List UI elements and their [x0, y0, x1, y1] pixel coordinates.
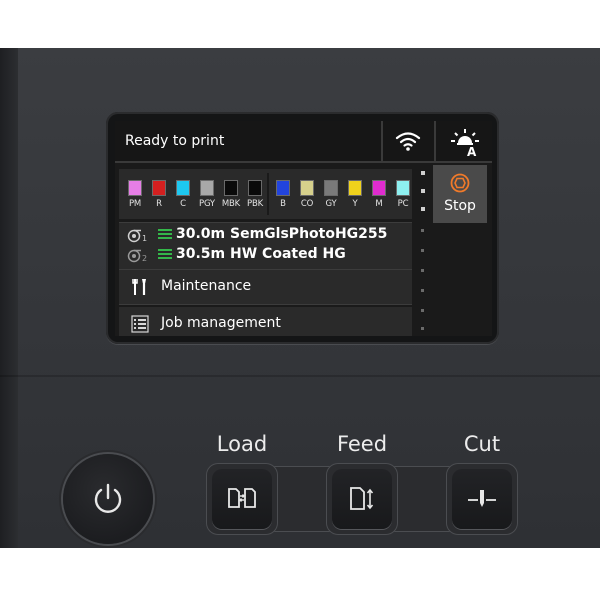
ink-label: PBK [247, 199, 263, 209]
ink-swatch [248, 180, 262, 196]
panel-seam [0, 375, 600, 377]
menu-item-job-management[interactable]: Job management [119, 307, 412, 336]
load-button[interactable] [212, 469, 272, 529]
ink-label: M [375, 199, 383, 209]
ink-swatch [128, 180, 142, 196]
stop-label: Stop [444, 198, 476, 214]
load-paper-icon [228, 488, 256, 508]
status-bar: Ready to print A [115, 121, 492, 163]
ink-pgy: PGY [196, 180, 218, 209]
ink-swatch [324, 180, 338, 196]
ink-swatch [372, 180, 386, 196]
ink-level-panel[interactable]: PM R C PGY MBK PBK B CO GY Y M PC [119, 169, 412, 219]
ink-swatch [224, 180, 238, 196]
ink-y: Y [344, 180, 366, 209]
roll-1-level-icon [158, 229, 172, 243]
feed-button-recess [326, 463, 398, 535]
job-list-icon [131, 315, 149, 333]
maintenance-tools-icon [132, 279, 146, 295]
roll-1-icon: 1 [127, 229, 147, 243]
menu-item-maintenance[interactable]: Maintenance [119, 270, 412, 305]
feed-button[interactable] [332, 469, 392, 529]
ink-swatch [152, 180, 166, 196]
panel-edge [0, 48, 18, 548]
roll-2-media-name: HW Coated HG [230, 246, 346, 262]
ink-swatch [200, 180, 214, 196]
feed-label: Feed [336, 432, 388, 456]
ink-label: CO [300, 199, 314, 209]
ink-swatch [348, 180, 362, 196]
ink-label: PC [397, 199, 409, 209]
svg-text:2: 2 [142, 254, 147, 263]
ink-m: M [368, 180, 390, 209]
roll-1-media-name: SemGlsPhotoHG255 [230, 226, 388, 242]
ink-swatch [396, 180, 410, 196]
cut-button-recess [446, 463, 518, 535]
ink-group-divider [267, 173, 269, 215]
roll-2-length: 30.5m [176, 246, 226, 262]
ink-pc: PC [392, 180, 414, 209]
ink-label: Y [352, 199, 358, 209]
power-icon [94, 483, 122, 513]
ink-swatch [300, 180, 314, 196]
status-divider [381, 121, 383, 161]
menu-label: Maintenance [161, 278, 252, 294]
wifi-icon[interactable] [395, 130, 421, 152]
ink-label: MBK [221, 199, 241, 209]
touchscreen: Ready to print A PM R C PGY MBK PBK B CO… [115, 121, 492, 336]
cut-label: Cut [463, 432, 501, 456]
ink-gy: GY [320, 180, 342, 209]
ink-label: R [156, 199, 162, 209]
stop-icon [450, 173, 470, 193]
ink-r: R [148, 180, 170, 209]
roll-2-icon: 2 [127, 249, 147, 263]
ink-swatch [176, 180, 190, 196]
ink-swatch [276, 180, 290, 196]
status-text: Ready to print [125, 133, 225, 149]
ink-pbk: PBK [244, 180, 266, 209]
cutter-icon [468, 490, 496, 507]
auto-badge: A [467, 145, 477, 157]
menu-label: Job management [161, 315, 281, 331]
media-info-panel[interactable]: 1 30.0m SemGlsPhotoHG255 2 30.5m HW Coat… [119, 222, 412, 270]
ink-label: B [280, 199, 286, 209]
load-label: Load [216, 432, 268, 456]
feed-paper-icon [350, 487, 374, 510]
roll-1-length: 30.0m [176, 226, 226, 242]
power-button[interactable] [63, 454, 153, 544]
ink-label: C [180, 199, 186, 209]
status-divider [434, 121, 436, 161]
scroll-indicator[interactable] [419, 167, 429, 332]
ink-mbk: MBK [220, 180, 242, 209]
auto-light-icon[interactable]: A [448, 127, 482, 159]
ink-label: GY [325, 199, 337, 209]
ink-co: CO [296, 180, 318, 209]
ink-pm: PM [124, 180, 146, 209]
ink-label: PGY [199, 199, 215, 209]
svg-text:1: 1 [142, 234, 147, 243]
ink-label: PM [128, 199, 142, 209]
ink-c: C [172, 180, 194, 209]
roll-2-level-icon [158, 249, 172, 263]
stop-button[interactable]: Stop [433, 165, 487, 223]
ink-b: B [272, 180, 294, 209]
cut-button[interactable] [452, 469, 512, 529]
load-button-recess [206, 463, 278, 535]
